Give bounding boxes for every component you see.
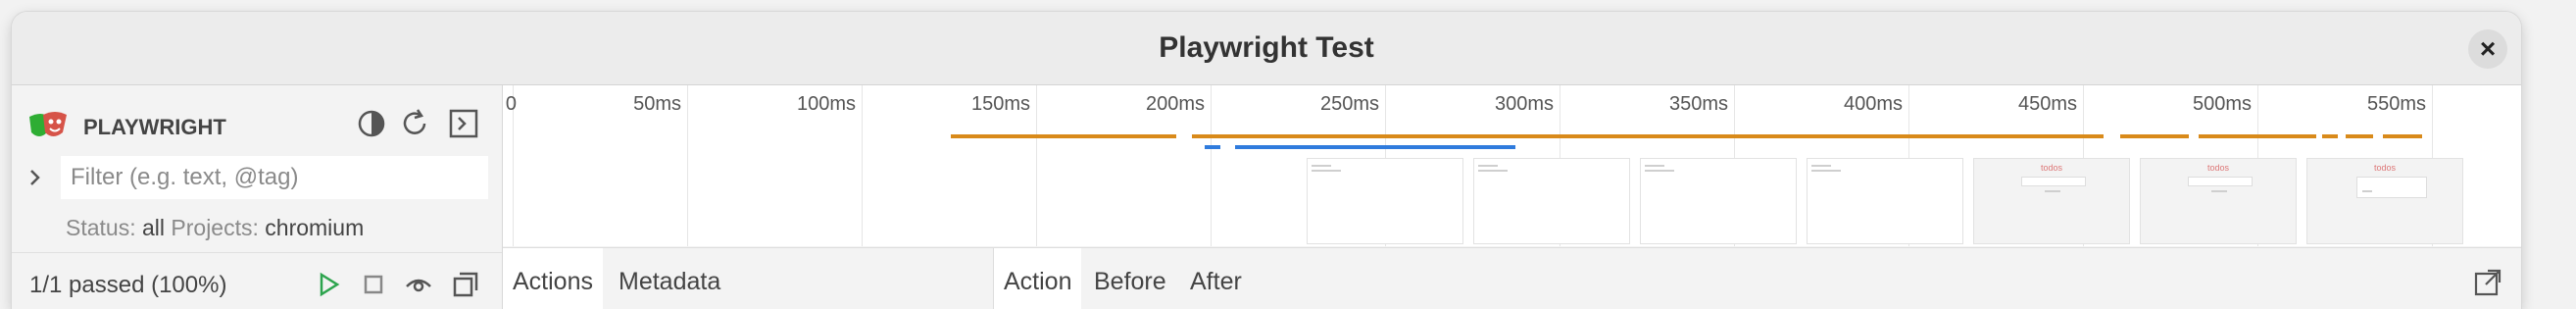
sidebar-divider bbox=[12, 252, 502, 253]
action-bar[interactable] bbox=[2322, 134, 2338, 138]
timeline-gridline bbox=[862, 85, 863, 246]
window-title: Playwright Test bbox=[1159, 31, 1374, 64]
action-bar[interactable] bbox=[2199, 134, 2316, 138]
thumbnail-input bbox=[2356, 177, 2427, 198]
screenshot-thumbnail[interactable]: todos bbox=[1973, 158, 2130, 244]
status-value[interactable]: all bbox=[142, 215, 165, 240]
tick-label: 550ms bbox=[2366, 93, 2426, 115]
screenshot-thumbnail[interactable] bbox=[1473, 158, 1630, 244]
external-link-icon[interactable] bbox=[2473, 268, 2502, 297]
thumbnail-line bbox=[1645, 165, 1664, 167]
thumbnail-line bbox=[2045, 190, 2060, 192]
thumbnail-line bbox=[2362, 190, 2372, 192]
tab-after[interactable]: After bbox=[1180, 248, 1252, 309]
tick-label: 500ms bbox=[2192, 93, 2252, 115]
close-button[interactable]: × bbox=[2468, 29, 2507, 69]
tick-label: 350ms bbox=[1668, 93, 1728, 115]
thumbnail-line bbox=[1478, 165, 1498, 167]
thumbnail-line bbox=[2211, 190, 2227, 192]
screenshot-thumbnail[interactable] bbox=[1640, 158, 1797, 244]
action-bar[interactable] bbox=[951, 134, 1176, 138]
tab-actions[interactable]: Actions bbox=[503, 248, 603, 309]
tick-label: 100ms bbox=[796, 93, 856, 115]
tab-before[interactable]: Before bbox=[1084, 248, 1176, 309]
thumbnail-heading: todos bbox=[2206, 163, 2230, 173]
timeline[interactable]: 0 50ms 100ms 150ms 200ms 250ms 300ms 350… bbox=[503, 85, 2521, 246]
tick-label: 0 bbox=[505, 93, 517, 115]
tick-label: 450ms bbox=[2017, 93, 2077, 115]
theme-toggle-icon[interactable] bbox=[355, 107, 388, 140]
chevron-right-icon[interactable] bbox=[24, 166, 47, 189]
status-label: Status: bbox=[66, 215, 136, 240]
tick-label: 50ms bbox=[633, 93, 681, 115]
screenshot-thumbnail[interactable]: todos bbox=[2140, 158, 2297, 244]
thumbnail-heading: todos bbox=[2373, 163, 2397, 173]
tick-label: 300ms bbox=[1494, 93, 1554, 115]
tab-action[interactable]: Action bbox=[994, 248, 1082, 309]
network-bar[interactable] bbox=[1205, 145, 1220, 149]
screenshot-thumbnail[interactable]: todos bbox=[2306, 158, 2463, 244]
left-tabs: Actions Metadata bbox=[503, 247, 993, 309]
status-filter-line: Status: all Projects: chromium bbox=[66, 215, 364, 241]
thumbnail-line bbox=[1312, 170, 1341, 172]
timeline-gridline bbox=[1211, 85, 1212, 246]
projects-label: Projects: bbox=[171, 215, 259, 240]
thumbnail-line bbox=[1312, 165, 1331, 167]
stop-icon[interactable] bbox=[357, 268, 390, 301]
test-summary: 1/1 passed (100%) bbox=[29, 272, 227, 298]
screenshot-thumbnail[interactable] bbox=[1307, 158, 1463, 244]
thumbnail-line bbox=[1645, 170, 1674, 172]
tick-label: 250ms bbox=[1319, 93, 1379, 115]
thumbnail-heading: todos bbox=[2040, 163, 2063, 173]
tab-metadata[interactable]: Metadata bbox=[609, 248, 730, 309]
action-bar[interactable] bbox=[2383, 134, 2422, 138]
brand-title: PLAYWRIGHT bbox=[83, 115, 226, 139]
action-bar[interactable] bbox=[2120, 134, 2189, 138]
collapse-icon[interactable] bbox=[449, 268, 482, 301]
timeline-gridline bbox=[687, 85, 688, 246]
screenshot-thumbnail[interactable] bbox=[1807, 158, 1963, 244]
watch-icon[interactable] bbox=[402, 268, 435, 301]
run-icon[interactable] bbox=[312, 268, 345, 301]
filter-input[interactable] bbox=[61, 156, 488, 199]
thumbnail-line bbox=[1811, 165, 1831, 167]
filter-row bbox=[12, 154, 502, 201]
title-bar: Playwright Test × bbox=[12, 12, 2521, 85]
tick-label: 150ms bbox=[970, 93, 1030, 115]
app-window: Playwright Test × PLAYWRIGHT Filter (e.g… bbox=[12, 12, 2521, 309]
network-bar[interactable] bbox=[1235, 145, 1515, 149]
thumbnail-input bbox=[2188, 177, 2253, 186]
thumbnail-line bbox=[1478, 170, 1508, 172]
action-bar[interactable] bbox=[1192, 134, 2104, 138]
action-bar[interactable] bbox=[2346, 134, 2373, 138]
tick-label: 400ms bbox=[1843, 93, 1903, 115]
projects-value[interactable]: chromium bbox=[265, 215, 364, 240]
timeline-gridline bbox=[1036, 85, 1037, 246]
right-tabs: Action Before After bbox=[993, 247, 2521, 309]
sidebar: PLAYWRIGHT Status: all Projects: chromiu… bbox=[12, 85, 503, 309]
thumbnail-input bbox=[2021, 177, 2086, 186]
tick-label: 200ms bbox=[1145, 93, 1205, 115]
thumbnail-line bbox=[1811, 170, 1841, 172]
playwright-logo-icon bbox=[25, 109, 71, 147]
